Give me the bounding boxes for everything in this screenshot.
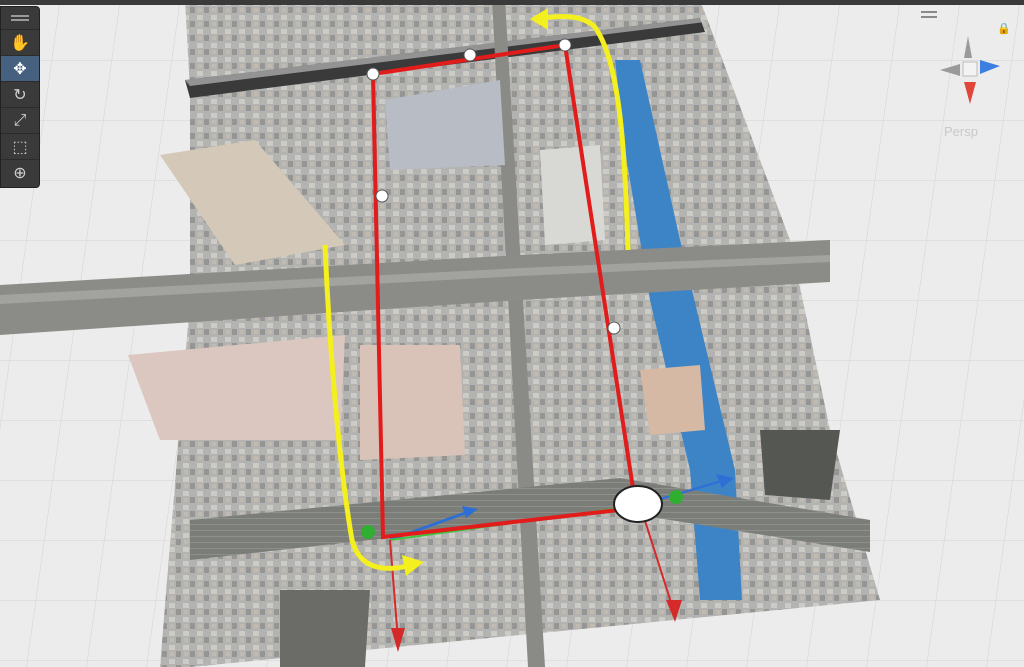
- hand-tool-button[interactable]: ✋: [1, 29, 39, 55]
- selected-point-marker[interactable]: [613, 485, 663, 523]
- transform-tool-button[interactable]: ⊕: [1, 159, 39, 185]
- waypoint[interactable]: [463, 48, 477, 62]
- tower-tan: [640, 365, 705, 435]
- orientation-gizmo[interactable]: [930, 8, 1020, 138]
- rotate-tool-button[interactable]: ↻: [1, 81, 39, 107]
- waypoint[interactable]: [366, 67, 380, 81]
- rect-tool-button[interactable]: ⬚: [1, 133, 39, 159]
- waypoint[interactable]: [558, 38, 572, 52]
- scale-icon: ⤢: [13, 111, 27, 129]
- pivot-marker[interactable]: [361, 525, 375, 539]
- tower-bottom: [280, 590, 370, 667]
- x-neg-cone-icon[interactable]: [940, 64, 960, 76]
- transform-icon: ⊕: [13, 164, 27, 182]
- move-tool-button[interactable]: ✥: [1, 55, 39, 81]
- window-edge: [0, 0, 1024, 5]
- tower-dark: [760, 430, 840, 500]
- tools-panel: ✋ ✥ ↻ ⤢ ⬚ ⊕: [0, 6, 40, 188]
- z-axis-cone-icon[interactable]: [980, 60, 1000, 74]
- gizmo-center-cube[interactable]: [962, 61, 978, 77]
- rotate-icon: ↻: [13, 86, 27, 104]
- scale-tool-button[interactable]: ⤢: [1, 107, 39, 133]
- hand-icon: ✋: [10, 34, 30, 52]
- tower-center: [360, 345, 465, 460]
- waypoint[interactable]: [607, 321, 621, 335]
- y-axis-cone-icon[interactable]: [964, 36, 972, 58]
- scene-view[interactable]: [0, 0, 1024, 667]
- panel-grip-icon[interactable]: [1, 7, 39, 29]
- move-icon: ✥: [13, 60, 27, 78]
- waypoint[interactable]: [375, 189, 389, 203]
- x-axis-cone-icon[interactable]: [964, 82, 976, 104]
- rect-icon: ⬚: [12, 138, 28, 156]
- projection-label[interactable]: Persp: [944, 124, 978, 139]
